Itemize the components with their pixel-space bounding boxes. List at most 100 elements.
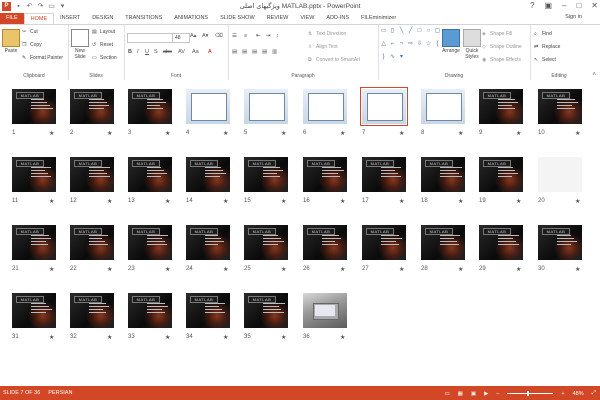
more-shapes-icon[interactable]: ▾ <box>398 54 405 61</box>
slide-thumbnail[interactable] <box>244 89 288 124</box>
reading-view-icon[interactable]: ▣ <box>471 391 476 397</box>
slide-thumbnail[interactable]: MATLAB <box>421 157 465 192</box>
transition-star-icon[interactable]: ★ <box>281 198 286 205</box>
increase-indent-icon[interactable]: ⇥ <box>266 33 271 39</box>
curve-shape-icon[interactable]: ∿ <box>389 54 396 61</box>
brace2-shape-icon[interactable]: } <box>380 54 387 61</box>
slide-thumbnail[interactable]: MATLAB <box>303 157 347 192</box>
transition-star-icon[interactable]: ★ <box>223 266 228 273</box>
star-shape-icon[interactable]: ☆ <box>425 41 432 48</box>
transition-star-icon[interactable]: ★ <box>107 198 112 205</box>
transition-star-icon[interactable]: ★ <box>458 198 463 205</box>
select-button[interactable]: ↖ Select <box>534 57 556 63</box>
shrink-font-icon[interactable]: A▾ <box>202 33 208 39</box>
transition-star-icon[interactable]: ★ <box>49 334 54 341</box>
font-size-combo[interactable]: 48 <box>172 33 190 43</box>
section-button[interactable]: ▭ Section <box>92 55 117 61</box>
zoom-slider-knob[interactable] <box>527 391 530 396</box>
minimize-icon[interactable]: – <box>562 1 566 10</box>
transition-star-icon[interactable]: ★ <box>49 198 54 205</box>
numbering-icon[interactable]: ≡ <box>244 33 247 39</box>
paste-button[interactable]: Paste <box>2 29 20 54</box>
slide-thumbnail[interactable] <box>538 157 582 192</box>
line-spacing-icon[interactable]: ↕ <box>276 33 279 39</box>
slide-thumbnail[interactable] <box>186 89 230 124</box>
slide-thumbnail[interactable]: MATLAB <box>244 293 288 328</box>
transition-star-icon[interactable]: ★ <box>165 266 170 273</box>
transition-star-icon[interactable]: ★ <box>340 334 345 341</box>
textbox-shape-icon[interactable]: ▭ <box>380 28 387 35</box>
arrow-right-shape-icon[interactable]: ⇨ <box>407 41 414 48</box>
reset-button[interactable]: ↺ Reset <box>92 42 113 48</box>
fit-slide-icon[interactable]: ⤢ <box>592 390 596 397</box>
transition-star-icon[interactable]: ★ <box>165 198 170 205</box>
tab-add-ins[interactable]: ADD-INS <box>320 13 355 24</box>
shape-outline-button[interactable]: ◇ Shape Outline <box>482 44 522 50</box>
connector-shape-icon[interactable]: ⌐ <box>389 41 396 48</box>
transition-star-icon[interactable]: ★ <box>340 198 345 205</box>
tab-view[interactable]: VIEW <box>294 13 320 24</box>
tab-home[interactable]: HOME <box>23 13 55 24</box>
slide-thumbnail[interactable]: MATLAB <box>362 225 406 260</box>
char-spacing-button[interactable]: AV <box>178 49 185 55</box>
transition-star-icon[interactable]: ★ <box>49 130 54 137</box>
slide-sorter-view-icon[interactable]: ▦ <box>458 391 463 397</box>
slide-thumbnail[interactable]: MATLAB <box>12 89 56 124</box>
rect-shape-icon[interactable]: □ <box>416 28 423 35</box>
transition-star-icon[interactable]: ★ <box>575 198 580 205</box>
format-painter-button[interactable]: ✎ Format Painter <box>22 55 63 61</box>
transition-star-icon[interactable]: ★ <box>575 266 580 273</box>
slide-thumbnail[interactable] <box>360 87 408 126</box>
tab-slide-show[interactable]: SLIDE SHOW <box>214 13 261 24</box>
transition-star-icon[interactable]: ★ <box>399 198 404 205</box>
convert-smartart-button[interactable]: ⧉ Convert to SmartArt <box>308 57 360 63</box>
transition-star-icon[interactable]: ★ <box>458 266 463 273</box>
arrange-button[interactable]: Arrange <box>440 29 462 54</box>
transition-star-icon[interactable]: ★ <box>516 198 521 205</box>
transition-star-icon[interactable]: ★ <box>340 266 345 273</box>
transition-star-icon[interactable]: ★ <box>340 130 345 137</box>
slide-thumbnail[interactable]: MATLAB <box>128 157 172 192</box>
slide-thumbnail[interactable]: MATLAB <box>70 89 114 124</box>
quick-styles-button[interactable]: Quick Styles <box>462 29 482 60</box>
shape-fill-button[interactable]: ◈ Shape Fill <box>482 31 512 37</box>
slide-thumbnail[interactable]: MATLAB <box>128 89 172 124</box>
normal-view-icon[interactable]: ▭ <box>444 391 449 397</box>
decrease-indent-icon[interactable]: ⇤ <box>256 33 261 39</box>
zoom-out-icon[interactable]: – <box>496 391 499 397</box>
transition-star-icon[interactable]: ★ <box>399 266 404 273</box>
shape-effects-button[interactable]: ◉ Shape Effects <box>482 57 521 63</box>
help-icon[interactable]: ? <box>530 1 534 10</box>
maximize-icon[interactable]: □ <box>576 1 581 10</box>
slide-thumbnail[interactable]: MATLAB <box>244 225 288 260</box>
tab-fileminimizer[interactable]: FILEminimizer <box>355 13 402 24</box>
transition-star-icon[interactable]: ★ <box>516 130 521 137</box>
transition-star-icon[interactable]: ★ <box>107 334 112 341</box>
slide-thumbnail[interactable] <box>421 89 465 124</box>
slide-thumbnail[interactable]: MATLAB <box>70 225 114 260</box>
zoom-slider[interactable] <box>507 391 554 396</box>
slide-thumbnail[interactable]: MATLAB <box>70 157 114 192</box>
sign-in-link[interactable]: Sign in <box>565 14 582 20</box>
slide-thumbnail[interactable]: MATLAB <box>186 225 230 260</box>
tab-animations[interactable]: ANIMATIONS <box>168 13 214 24</box>
bold-button[interactable]: B <box>128 49 132 55</box>
slide-thumbnail[interactable]: MATLAB <box>538 225 582 260</box>
cut-button[interactable]: ✂ Cut <box>22 29 38 35</box>
elbow-shape-icon[interactable]: ¬ <box>398 41 405 48</box>
close-icon[interactable]: ✕ <box>591 1 598 10</box>
collapse-ribbon-icon[interactable]: ˄ <box>592 72 596 78</box>
transition-star-icon[interactable]: ★ <box>107 130 112 137</box>
align-text-button[interactable]: ⇳ Align Text <box>308 44 338 50</box>
ribbon-display-icon[interactable]: ▣ <box>544 1 552 10</box>
tab-file[interactable]: FILE <box>0 13 24 24</box>
underline-button[interactable]: U <box>145 49 149 55</box>
slide-thumbnail[interactable] <box>303 293 347 328</box>
transition-star-icon[interactable]: ★ <box>49 266 54 273</box>
slide-thumbnail[interactable]: MATLAB <box>70 293 114 328</box>
new-slide-button[interactable]: New Slide <box>71 29 89 60</box>
slide-thumbnail[interactable]: MATLAB <box>244 157 288 192</box>
language-indicator[interactable]: PERSIAN <box>48 390 72 396</box>
slide-thumbnail[interactable]: MATLAB <box>12 225 56 260</box>
transition-star-icon[interactable]: ★ <box>575 130 580 137</box>
